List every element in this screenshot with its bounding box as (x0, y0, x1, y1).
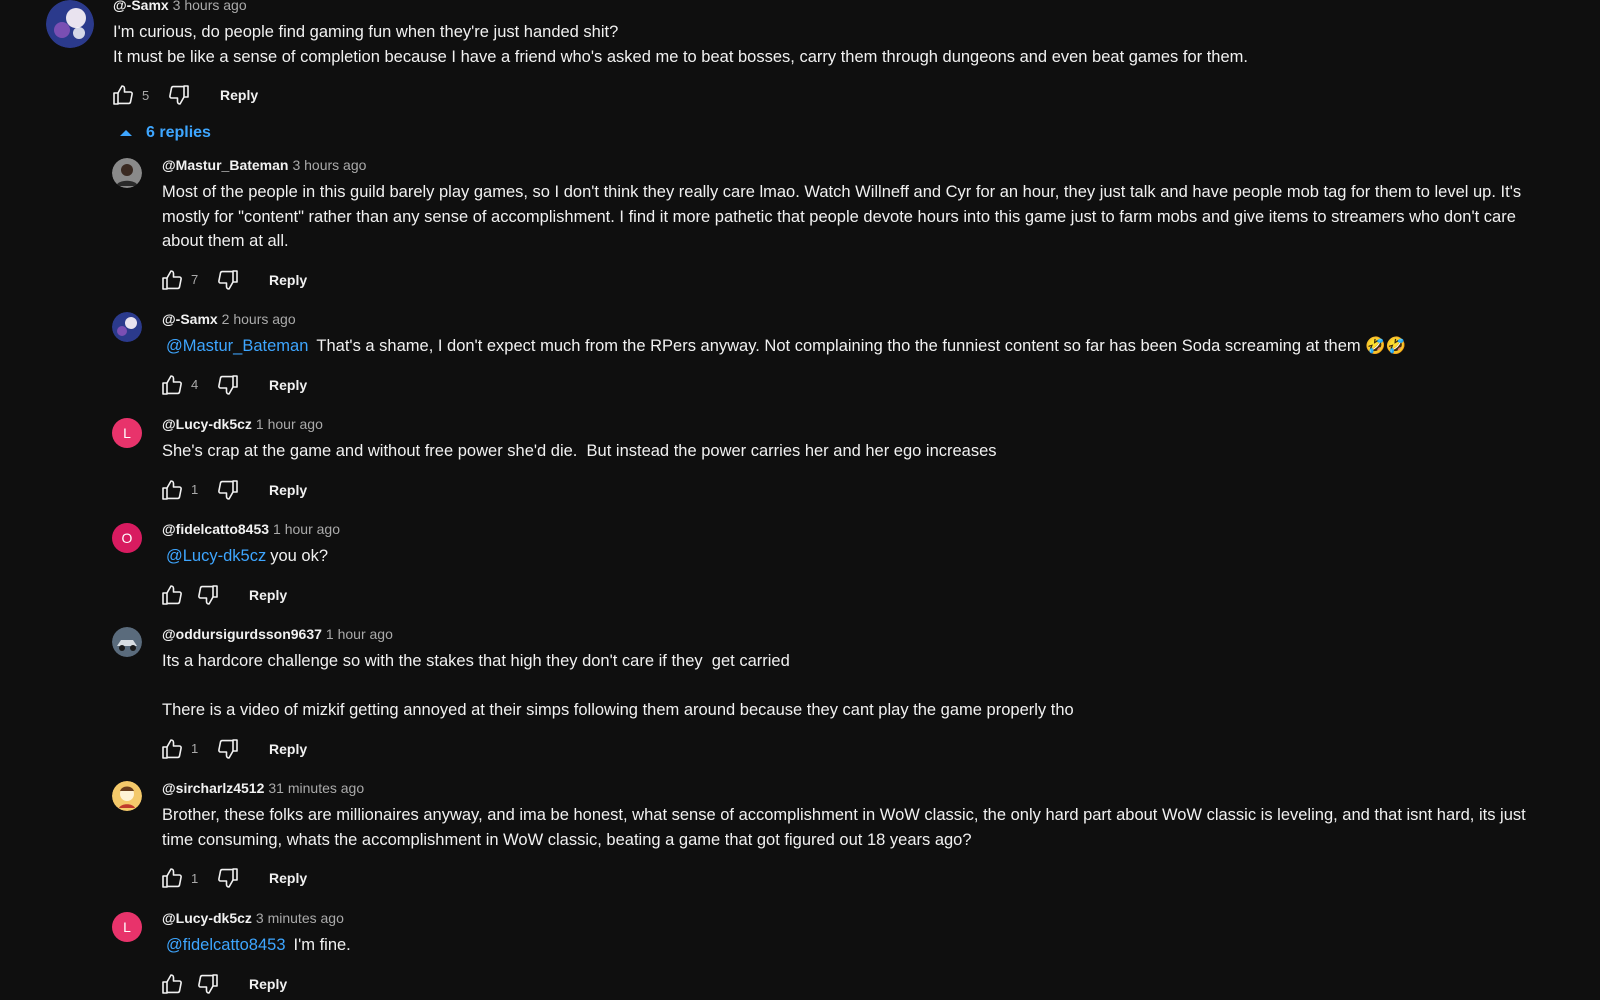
avatar-letter: O (121, 530, 133, 546)
like-count: 1 (191, 870, 199, 886)
like-icon[interactable] (159, 736, 185, 762)
like-icon[interactable] (110, 82, 136, 108)
comment-thread: @-Samx 3 hours ago I'm curious, do people… (0, 0, 1600, 1000)
reply-text: Brother, these folks are millionaires an… (162, 803, 1552, 852)
reply-header: @sircharlz4512 31 minutes ago (162, 779, 1552, 797)
reply-author[interactable]: @Mastur_Bateman (162, 157, 288, 173)
letter-avatar[interactable]: L (112, 418, 142, 448)
like-icon[interactable] (159, 267, 185, 293)
like-icon[interactable] (159, 372, 185, 398)
reply-time[interactable]: 1 hour ago (326, 626, 393, 642)
reply-text-body: Brother, these folks are millionaires an… (162, 806, 1531, 849)
like-count: 5 (142, 87, 150, 103)
reply-header: @oddursigurdsson9637 1 hour ago (162, 625, 1552, 643)
reply-text: Most of the people in this guild barely … (162, 180, 1552, 254)
dislike-icon[interactable] (195, 582, 221, 608)
reply-author[interactable]: @-Samx (162, 311, 218, 327)
avatar-letter: L (123, 425, 131, 441)
reply-header: @-Samx 2 hours ago (162, 310, 1552, 328)
letter-avatar[interactable]: O (112, 523, 142, 553)
reply-author[interactable]: @Lucy-dk5cz (162, 910, 252, 926)
reply-actions: Reply (159, 968, 1552, 1000)
reply-header: @fidelcatto8453 1 hour ago (162, 520, 1552, 538)
dislike-icon[interactable] (215, 372, 241, 398)
mention-link[interactable]: @Mastur_Bateman (162, 337, 308, 355)
space-avatar-icon[interactable] (46, 0, 94, 48)
space-avatar-icon[interactable] (112, 312, 142, 342)
cartoon-avatar-icon[interactable] (112, 781, 142, 811)
reply-text: @Mastur_Bateman That's a shame, I don't e… (162, 334, 1552, 359)
dislike-icon[interactable] (195, 971, 221, 997)
replies-count-label: 6 replies (146, 124, 211, 141)
reply-button[interactable]: Reply (269, 377, 307, 393)
like-count: 7 (191, 272, 199, 287)
comment-header: @-Samx 3 hours ago (113, 0, 1563, 14)
reply-time[interactable]: 3 hours ago (292, 157, 366, 173)
reply-button[interactable]: Reply (269, 272, 307, 288)
reply-text-body: That's a shame, I don't expect much from… (316, 337, 1407, 355)
like-count: 1 (191, 482, 199, 497)
reply-header: @Lucy-dk5cz 1 hour ago (162, 415, 1552, 433)
person-avatar-icon[interactable] (112, 158, 142, 188)
reply-text-body: I'm fine. (293, 936, 351, 954)
reply-button[interactable]: Reply (249, 976, 287, 992)
reply-text: @Lucy-dk5cz you ok? (162, 544, 1552, 569)
reply-time[interactable]: 2 hours ago (222, 311, 296, 327)
reply-text-body: you ok? (270, 547, 328, 565)
mention-link[interactable]: @fidelcatto8453 (162, 936, 286, 954)
reply-author[interactable]: @sircharlz4512 (162, 780, 264, 796)
reply-text-body: Its a hardcore challenge so with the sta… (162, 652, 1074, 719)
reply-button[interactable]: Reply (269, 741, 307, 757)
like-count: 1 (191, 741, 199, 756)
comment-text: I'm curious, do people find gaming fun w… (113, 23, 1248, 66)
reply-time[interactable]: 1 hour ago (256, 416, 323, 432)
replies-toggle[interactable]: 6 replies (120, 124, 211, 142)
like-count: 4 (191, 377, 199, 392)
reply-time[interactable]: 3 minutes ago (256, 910, 344, 926)
reply-actions: Reply (159, 579, 1552, 611)
comment-author[interactable]: @-Samx (113, 0, 169, 13)
reply-header: @Lucy-dk5cz 3 minutes ago (162, 909, 1552, 927)
reply-text: @fidelcatto8453 I'm fine. (162, 933, 1552, 958)
reply-button[interactable]: Reply (269, 870, 307, 886)
dislike-icon[interactable] (215, 865, 241, 891)
like-icon[interactable] (159, 582, 185, 608)
reply-text-body: Most of the people in this guild barely … (162, 183, 1526, 250)
caret-up-icon (120, 130, 132, 136)
reply-button[interactable]: Reply (269, 482, 307, 498)
comment-actions: 5 Reply (110, 79, 1563, 111)
reply-text-body: She's crap at the game and without free … (162, 442, 997, 460)
dislike-icon[interactable] (215, 477, 241, 503)
comment-time[interactable]: 3 hours ago (173, 0, 247, 13)
reply-actions: 1 Reply (159, 733, 1552, 765)
dislike-icon[interactable] (166, 82, 192, 108)
reply-text: She's crap at the game and without free … (162, 439, 1552, 464)
reply-author[interactable]: @oddursigurdsson9637 (162, 626, 322, 642)
reply-author[interactable]: @fidelcatto8453 (162, 521, 269, 537)
reply-time[interactable]: 1 hour ago (273, 521, 340, 537)
avatar-letter: L (123, 919, 131, 935)
reply-actions: 1 Reply (159, 474, 1552, 506)
like-icon[interactable] (159, 971, 185, 997)
dislike-icon[interactable] (215, 736, 241, 762)
mention-link[interactable]: @Lucy-dk5cz (162, 547, 266, 565)
like-icon[interactable] (159, 477, 185, 503)
reply-button[interactable]: Reply (220, 87, 258, 103)
reply-time[interactable]: 31 minutes ago (268, 780, 364, 796)
reply-author[interactable]: @Lucy-dk5cz (162, 416, 252, 432)
letter-avatar[interactable]: L (112, 912, 142, 942)
like-icon[interactable] (159, 865, 185, 891)
reply-actions: 1 Reply (159, 862, 1552, 894)
reply-actions: 7 Reply (159, 264, 1552, 296)
reply-header: @Mastur_Bateman 3 hours ago (162, 156, 1552, 174)
reply-actions: 4 Reply (159, 369, 1552, 401)
car-avatar-icon[interactable] (112, 627, 142, 657)
dislike-icon[interactable] (215, 267, 241, 293)
reply-button[interactable]: Reply (249, 587, 287, 603)
reply-text: Its a hardcore challenge so with the sta… (162, 649, 1552, 723)
